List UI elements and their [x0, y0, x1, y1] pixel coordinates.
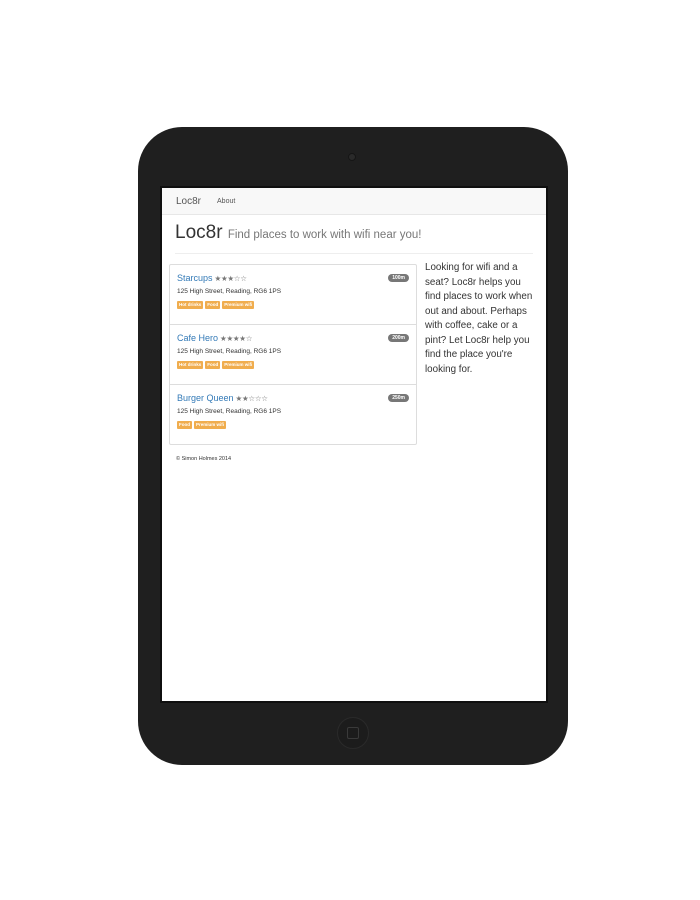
facility-tag: Premium wifi [194, 421, 227, 429]
facility-tag: Hot drinks [177, 361, 204, 369]
distance-badge: 250m [388, 394, 409, 402]
facilities: Hot drinks Food Premium wifi [177, 301, 409, 309]
rating-stars: ★★★☆☆ [214, 273, 247, 283]
location-name-link[interactable]: Starcups [177, 273, 213, 283]
main-content: Starcups ★★★☆☆ 100m 125 High Street, Rea… [169, 262, 546, 445]
distance-badge: 200m [388, 334, 409, 342]
rating-stars: ★★★★☆ [220, 333, 253, 343]
facility-tag: Food [177, 421, 192, 429]
facility-tag: Hot drinks [177, 301, 204, 309]
list-item: Starcups ★★★☆☆ 100m 125 High Street, Rea… [170, 265, 416, 325]
home-button[interactable] [337, 717, 369, 749]
sidebar-text: Looking for wifi and a seat? Loc8r helps… [425, 262, 533, 375]
location-name-link[interactable]: Cafe Hero [177, 333, 218, 343]
location-list: Starcups ★★★☆☆ 100m 125 High Street, Rea… [169, 264, 417, 445]
page-header: Loc8r Find places to work with wifi near… [175, 221, 533, 254]
navbar-brand[interactable]: Loc8r [176, 196, 201, 207]
facility-tag: Food [205, 361, 221, 369]
list-item: Burger Queen ★★☆☆☆ 250m 125 High Street,… [170, 385, 416, 444]
strapline: Find places to work with wifi near you! [227, 229, 422, 241]
home-square-icon [347, 727, 359, 739]
facility-tag: Premium wifi [222, 361, 255, 369]
distance-badge: 100m [388, 274, 409, 282]
camera-icon [348, 153, 356, 161]
facility-tag: Food [205, 301, 221, 309]
page-title-text: Loc8r [175, 222, 223, 243]
facilities: Food Premium wifi [177, 421, 409, 429]
location-name-link[interactable]: Burger Queen [177, 393, 234, 403]
list-item: Cafe Hero ★★★★☆ 200m 125 High Street, Re… [170, 325, 416, 385]
footer: © Simon Holmes 2014 [176, 456, 232, 462]
facility-tag: Premium wifi [222, 301, 255, 309]
location-address: 125 High Street, Reading, RG6 1PS [177, 348, 282, 355]
tablet-device: Loc8r About Loc8r Find places to work wi… [138, 127, 568, 765]
navbar: Loc8r About [162, 188, 546, 215]
facilities: Hot drinks Food Premium wifi [177, 361, 409, 369]
location-address: 125 High Street, Reading, RG6 1PS [177, 408, 282, 415]
rating-stars: ★★☆☆☆ [235, 393, 268, 403]
location-address: 125 High Street, Reading, RG6 1PS [177, 288, 282, 295]
nav-about-link[interactable]: About [217, 198, 235, 205]
screen: Loc8r About Loc8r Find places to work wi… [160, 186, 548, 703]
page-title: Loc8r Find places to work with wifi near… [175, 221, 533, 247]
